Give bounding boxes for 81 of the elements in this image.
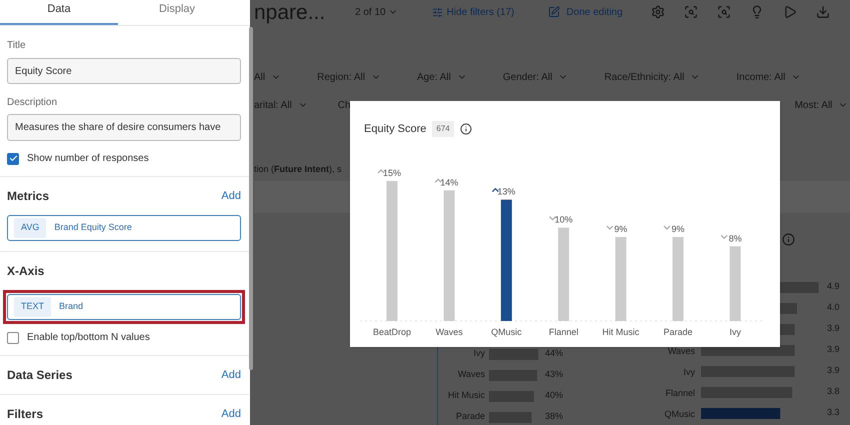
category-label: QMusic	[491, 326, 522, 336]
filter-dropdown[interactable]: Income: All	[736, 70, 802, 84]
settings-icon[interactable]	[650, 5, 665, 19]
bar-value: 44%	[545, 347, 564, 360]
filter-dropdown[interactable]: Most: All	[794, 98, 848, 112]
filter-dropdown[interactable]: Race/Ethnicity: All	[604, 70, 700, 84]
filter-dropdown[interactable]: Ch	[338, 98, 351, 112]
bar-label: Parade	[454, 410, 485, 424]
data-label: 9%	[672, 224, 684, 234]
bar-label: Flannel	[665, 388, 695, 398]
bar-value: 3.9	[827, 322, 840, 336]
field-label: Brand Equity Score	[54, 221, 132, 234]
tab[interactable]: Data	[0, 0, 118, 25]
field-chip[interactable]: TEXT Brand	[7, 294, 241, 320]
section-heading: Filters	[7, 406, 44, 423]
bar-value: 3.9	[827, 343, 840, 356]
add-link[interactable]: Add	[221, 406, 241, 422]
category-label: Parade	[663, 326, 693, 336]
filter-dropdown[interactable]: Gender: All	[502, 70, 568, 84]
checkbox[interactable]	[7, 152, 19, 164]
field-label: Brand	[59, 300, 84, 314]
field-type-tag: TEXT	[14, 297, 52, 317]
search-icon[interactable]	[716, 5, 731, 19]
add-link[interactable]: Add	[221, 188, 241, 204]
pen-icon	[548, 6, 560, 18]
data-label: 10%	[554, 214, 573, 224]
data-label: 15%	[383, 168, 401, 178]
play-icon[interactable]	[782, 5, 797, 19]
bar-value: 38%	[545, 410, 564, 424]
bar-value: 4.0	[827, 301, 840, 314]
title-field[interactable]: Equity Score	[7, 58, 241, 84]
dashboard-title: npare...	[254, 2, 326, 22]
section-heading: X-Axis	[7, 263, 44, 280]
bar-value: 3.9	[827, 364, 840, 378]
chart-title: Equity Score	[364, 122, 426, 137]
bar-value: 3.8	[827, 385, 840, 398]
field-label: Title	[7, 39, 27, 53]
download-icon[interactable]	[816, 5, 830, 19]
data-label: 13%	[497, 186, 516, 196]
field-chip[interactable]: AVG Brand Equity Score	[7, 215, 241, 241]
description-field[interactable]: Measures the share of desire consumers have	[7, 114, 241, 141]
response-count: 674	[432, 121, 454, 138]
category-label: Hit Music	[602, 326, 640, 336]
done-editing-button[interactable]: Done editing	[548, 4, 623, 20]
filter-dropdown[interactable]: Age: All	[416, 70, 467, 84]
category-label: BeatDrop	[372, 326, 412, 336]
section-heading: Metrics	[7, 188, 50, 205]
checkbox[interactable]	[7, 332, 19, 344]
tab[interactable]: Display	[118, 0, 236, 25]
checkbox-label: Show number of responses	[27, 152, 149, 166]
bar-value: 4.9	[827, 280, 840, 294]
bar-value: 40%	[545, 389, 564, 402]
filter-dropdown[interactable]: Region: All	[317, 70, 381, 84]
category-label: Flannel	[548, 326, 578, 336]
field-label: Description	[7, 96, 58, 110]
info-icon[interactable]	[460, 123, 472, 136]
bar-label: Ivy	[472, 347, 485, 360]
bar-value: 43%	[545, 368, 564, 382]
bar-label: Waves	[668, 346, 695, 356]
sliders-icon	[432, 6, 443, 18]
data-label: 14%	[440, 176, 458, 187]
data-label: 8%	[728, 232, 742, 243]
page-dropdown[interactable]: 2 of 10	[349, 4, 404, 20]
chart-subtitle: tion (Future Intent), s	[254, 163, 342, 176]
add-link[interactable]: Add	[221, 366, 241, 384]
filter-dropdown[interactable]: All	[254, 70, 282, 84]
bar-label: Hit Music	[446, 389, 485, 402]
category-label: Waves	[436, 326, 463, 336]
filter-dropdown[interactable]: arital: All	[254, 98, 308, 112]
bar-label: Ivy	[683, 367, 695, 377]
section-heading: Data Series	[7, 367, 72, 384]
scrollbar[interactable]	[249, 27, 253, 370]
data-label: 9%	[614, 224, 628, 234]
category-label: Ivy	[729, 326, 741, 336]
search-icon[interactable]	[684, 5, 698, 19]
bar-label: QMusic	[664, 409, 695, 419]
hide-filters-button[interactable]: Hide filters (17)	[426, 4, 520, 20]
bar-value: 3.3	[827, 406, 840, 420]
field-type-tag: AVG	[14, 218, 46, 238]
bar-label: Waves	[456, 368, 485, 382]
checkbox-label: Enable top/bottom N values	[27, 331, 150, 345]
